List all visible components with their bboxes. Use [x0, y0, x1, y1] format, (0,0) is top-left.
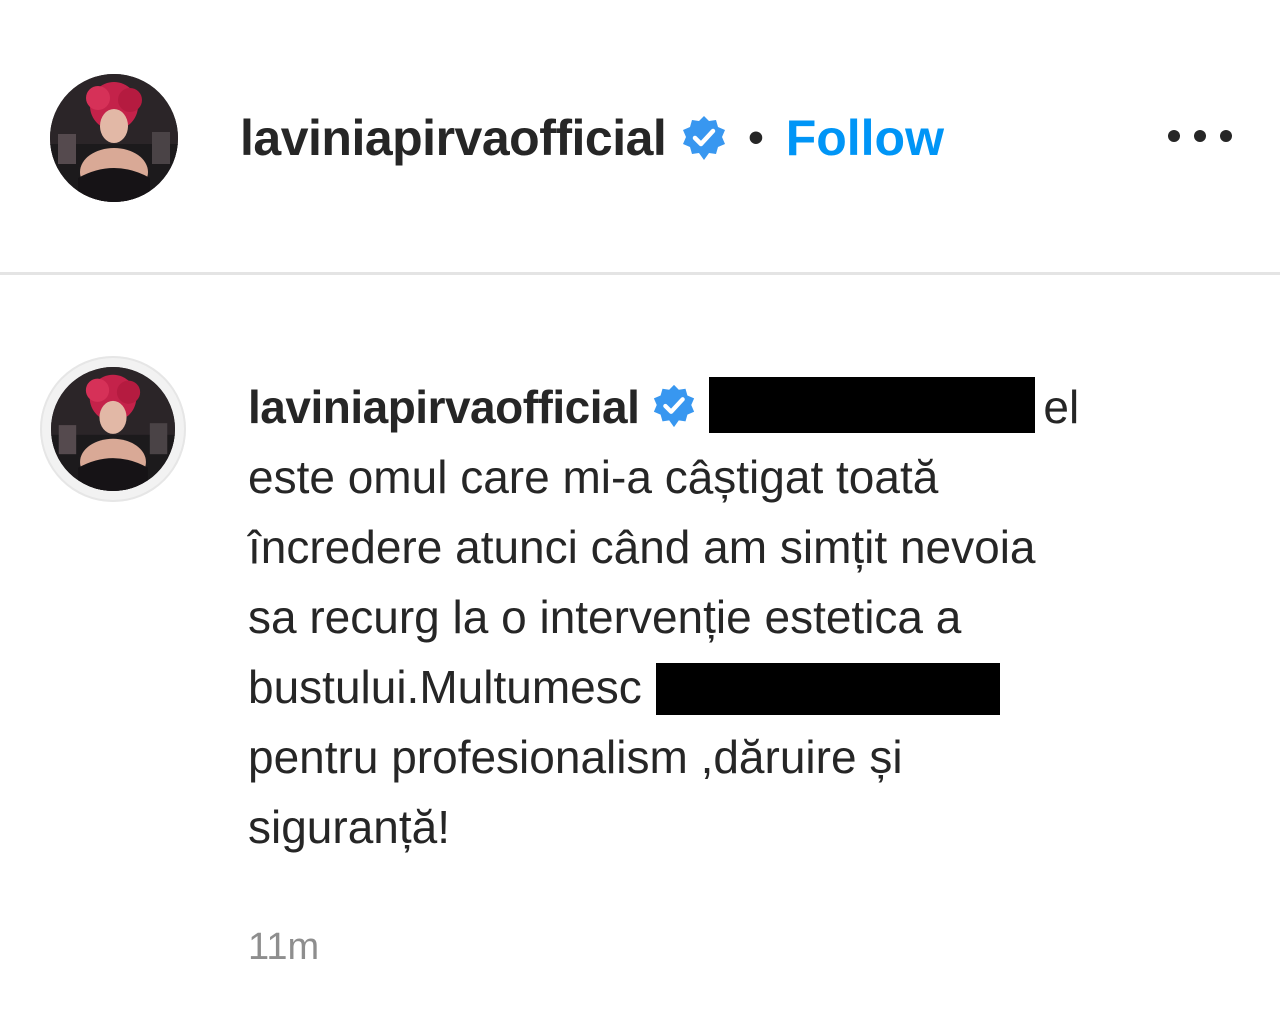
comment-avatar[interactable] — [51, 367, 175, 491]
redacted-mention — [655, 663, 1000, 715]
separator-dot: • — [748, 113, 764, 162]
verified-badge-icon — [651, 378, 697, 428]
follow-button[interactable]: Follow — [786, 109, 944, 167]
redacted-mention — [709, 377, 1036, 433]
more-options-icon[interactable] — [1168, 116, 1232, 156]
more-dot — [1220, 130, 1232, 142]
comment-line-4: sa recurg la o intervenție estetica a — [248, 591, 962, 643]
comment-line-7: siguranță! — [248, 801, 451, 853]
header-username[interactable]: laviniapirvaofficial — [240, 109, 667, 167]
comment-body: laviniapirvaofficial el este omul care m… — [248, 372, 1228, 862]
comment-line-1: laviniapirvaofficial el — [248, 372, 1228, 442]
comment-line-3: încredere atunci când am simțit nevoia — [248, 521, 1036, 573]
more-dot — [1168, 130, 1180, 142]
comment-line-2: este omul care mi-a câștigat toată — [248, 451, 939, 503]
comment-timestamp[interactable]: 11m — [248, 926, 319, 969]
post-header: laviniapirvaofficial • Follow — [0, 0, 1280, 272]
comment-username[interactable]: laviniapirvaofficial — [248, 381, 640, 433]
more-dot — [1194, 130, 1206, 142]
comment-text-segment: el — [1043, 381, 1080, 433]
header-divider — [0, 272, 1280, 275]
profile-avatar[interactable] — [50, 74, 178, 202]
verified-badge-icon — [680, 114, 728, 162]
comment-text-segment: bustului.Multumesc — [248, 661, 642, 713]
header-user-row: laviniapirvaofficial • Follow — [240, 106, 944, 170]
comment-line-5: bustului.Multumesc — [248, 652, 1228, 722]
comment-line-6: pentru profesionalism ,dăruire și — [248, 731, 903, 783]
